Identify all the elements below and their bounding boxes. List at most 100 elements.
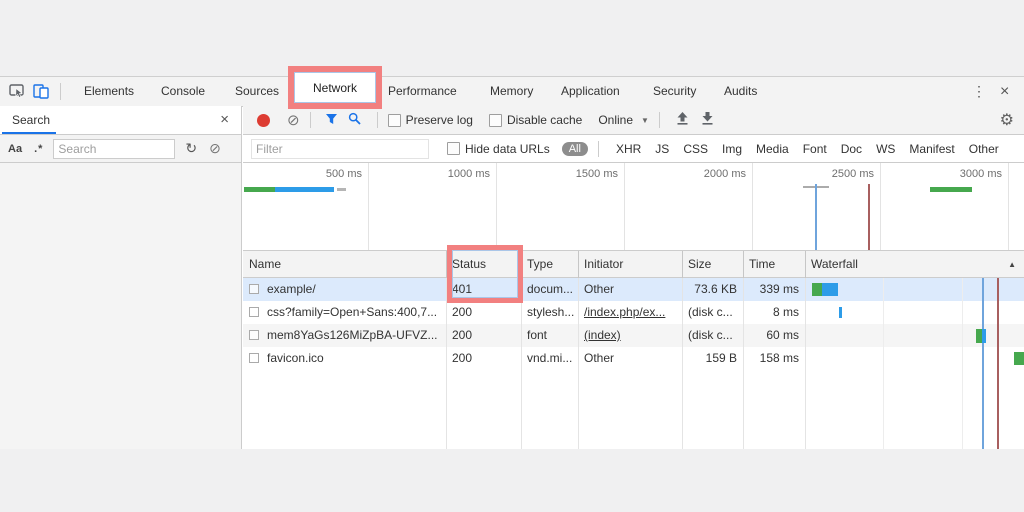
waterfall-bar[interactable] bbox=[839, 307, 842, 318]
column-divider[interactable] bbox=[743, 251, 744, 278]
table-row-css[interactable]: css?family=Open+Sans:400,7... 200 styles… bbox=[243, 301, 1024, 324]
filter-type-css[interactable]: CSS bbox=[683, 142, 708, 156]
screenshot-stage: Elements Console Sources Performance Mem… bbox=[0, 0, 1024, 512]
table-row-favicon[interactable]: favicon.ico 200 vnd.mi... Other 159 B 15… bbox=[243, 347, 1024, 370]
gear-icon[interactable]: ⚙ bbox=[1000, 110, 1014, 130]
cell-name[interactable]: css?family=Open+Sans:400,7... bbox=[267, 301, 443, 324]
grid-line bbox=[880, 163, 881, 250]
tab-sources[interactable]: Sources bbox=[235, 77, 279, 106]
waterfall-bar[interactable] bbox=[822, 283, 838, 296]
column-divider[interactable] bbox=[446, 251, 447, 278]
device-toolbar-icon[interactable] bbox=[33, 84, 50, 102]
cell-type: vnd.mi... bbox=[527, 351, 573, 365]
overview-request-bar bbox=[930, 187, 972, 192]
column-header-name[interactable]: Name bbox=[243, 251, 446, 278]
table-row-example[interactable]: example/ 401 docum... Other 73.6 KB 339 … bbox=[243, 278, 1024, 301]
filter-type-doc[interactable]: Doc bbox=[841, 142, 862, 156]
search-input[interactable] bbox=[53, 138, 176, 159]
timeline-tick: 1000 ms bbox=[447, 168, 490, 180]
tab-memory[interactable]: Memory bbox=[490, 77, 533, 106]
filter-input[interactable] bbox=[251, 138, 429, 159]
tab-audits[interactable]: Audits bbox=[724, 77, 757, 106]
column-grid-line bbox=[578, 278, 579, 449]
load-event-line bbox=[997, 278, 999, 449]
resource-checkbox[interactable] bbox=[249, 330, 259, 340]
overview-request-bar bbox=[244, 187, 275, 192]
clear-search-icon[interactable]: ⊘ bbox=[209, 140, 221, 157]
search-close-icon[interactable]: × bbox=[220, 106, 229, 134]
cell-status: 200 bbox=[452, 351, 473, 365]
filter-type-all[interactable]: All bbox=[561, 141, 588, 156]
cell-initiator-link[interactable]: /index.php/ex... bbox=[584, 301, 679, 324]
toolbar-divider bbox=[60, 83, 61, 100]
filter-type-img[interactable]: Img bbox=[722, 142, 742, 156]
clear-network-log-icon[interactable]: ⊘ bbox=[287, 113, 300, 128]
refresh-icon[interactable]: ↻ bbox=[185, 140, 197, 157]
tab-application[interactable]: Application bbox=[561, 77, 620, 106]
table-row-font[interactable]: mem8YaGs126MiZpBA-UFVZ... 200 font (inde… bbox=[243, 324, 1024, 347]
column-header-status[interactable]: Status bbox=[446, 251, 521, 278]
cell-time: 339 ms bbox=[759, 282, 799, 296]
record-icon[interactable] bbox=[257, 113, 270, 127]
column-header-waterfall[interactable]: Waterfall bbox=[805, 251, 1024, 278]
column-divider[interactable] bbox=[578, 251, 579, 278]
filter-type-other[interactable]: Other bbox=[969, 142, 999, 156]
waterfall-bar[interactable] bbox=[1014, 352, 1024, 365]
column-divider[interactable] bbox=[805, 251, 806, 278]
resource-checkbox[interactable] bbox=[249, 307, 259, 317]
tab-security[interactable]: Security bbox=[653, 77, 696, 106]
network-filter-bar: Hide data URLs All XHR JS CSS Img Media … bbox=[243, 135, 1024, 163]
tab-performance[interactable]: Performance bbox=[388, 77, 457, 106]
search-results-area bbox=[0, 163, 242, 449]
hide-data-urls-checkbox[interactable] bbox=[447, 142, 460, 155]
column-header-size[interactable]: Size bbox=[682, 251, 743, 278]
cell-name[interactable]: example/ bbox=[267, 278, 443, 301]
sort-ascending-icon[interactable]: ▲ bbox=[1008, 251, 1016, 278]
waterfall-bar[interactable] bbox=[812, 283, 822, 296]
kebab-menu-icon[interactable]: ⋮ bbox=[972, 77, 986, 106]
toolbar-divider bbox=[376, 112, 378, 128]
resource-checkbox[interactable] bbox=[249, 353, 259, 363]
dom-content-loaded-line bbox=[982, 278, 984, 449]
grid-line bbox=[496, 163, 497, 250]
filter-type-font[interactable]: Font bbox=[803, 142, 827, 156]
disable-cache-checkbox[interactable] bbox=[488, 113, 502, 127]
export-har-icon[interactable] bbox=[701, 112, 714, 128]
filter-type-manifest[interactable]: Manifest bbox=[909, 142, 954, 156]
column-header-time[interactable]: Time bbox=[743, 251, 805, 278]
resource-checkbox[interactable] bbox=[249, 284, 259, 294]
filter-type-js[interactable]: JS bbox=[655, 142, 669, 156]
highlight-box-network-tab[interactable]: Network bbox=[288, 66, 382, 109]
filter-type-ws[interactable]: WS bbox=[876, 142, 895, 156]
filter-type-media[interactable]: Media bbox=[756, 142, 789, 156]
filter-type-xhr[interactable]: XHR bbox=[616, 142, 641, 156]
cell-initiator-link[interactable]: (index) bbox=[584, 324, 679, 347]
disable-cache-label: Disable cache bbox=[506, 113, 583, 127]
match-case-icon[interactable]: Aa bbox=[8, 143, 22, 155]
toolbar-divider bbox=[309, 112, 311, 128]
regex-icon[interactable]: .* bbox=[34, 143, 43, 155]
overview-request-bar bbox=[275, 187, 334, 192]
column-divider[interactable] bbox=[682, 251, 683, 278]
column-grid-line bbox=[743, 278, 744, 449]
column-divider[interactable] bbox=[521, 251, 522, 278]
preserve-log-checkbox[interactable] bbox=[387, 113, 401, 127]
chevron-down-icon[interactable]: ▼ bbox=[641, 116, 649, 125]
throttling-select[interactable]: Online bbox=[598, 113, 633, 127]
filter-funnel-icon[interactable] bbox=[325, 113, 338, 128]
search-panel-title: Search bbox=[12, 113, 51, 127]
tab-elements[interactable]: Elements bbox=[84, 77, 134, 106]
tab-console[interactable]: Console bbox=[161, 77, 205, 106]
import-har-icon[interactable] bbox=[676, 112, 689, 128]
close-devtools-icon[interactable]: × bbox=[1000, 77, 1009, 106]
waterfall-bar[interactable] bbox=[982, 329, 986, 343]
inspect-element-icon[interactable] bbox=[9, 84, 25, 101]
column-header-type[interactable]: Type bbox=[521, 251, 578, 278]
cell-name[interactable]: favicon.ico bbox=[267, 347, 443, 370]
column-header-initiator[interactable]: Initiator bbox=[578, 251, 682, 278]
tab-network[interactable]: Network bbox=[313, 81, 357, 95]
cell-name[interactable]: mem8YaGs126MiZpBA-UFVZ... bbox=[267, 324, 443, 347]
search-network-icon[interactable] bbox=[348, 112, 361, 128]
column-grid-line bbox=[682, 278, 683, 449]
network-overview-timeline[interactable]: 500 ms 1000 ms 1500 ms 2000 ms 2500 ms 3… bbox=[243, 163, 1024, 251]
